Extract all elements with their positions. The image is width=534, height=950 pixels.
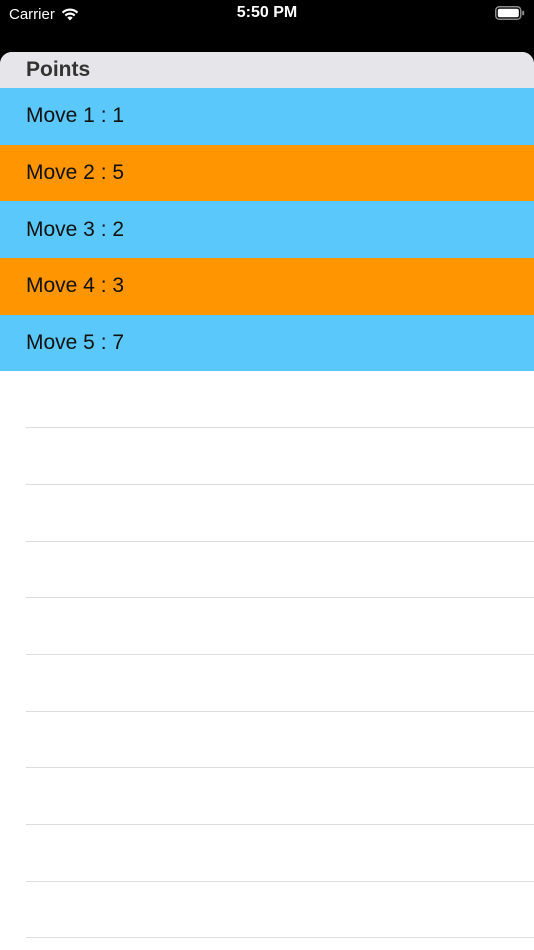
empty-table-row [0, 598, 534, 655]
battery-icon [495, 6, 525, 20]
empty-table-row [0, 428, 534, 485]
section-header-points: Points [0, 52, 534, 88]
empty-table-row [0, 825, 534, 882]
table-row-move-5[interactable]: Move 5 : 7 [0, 314, 534, 372]
empty-table-row [0, 655, 534, 712]
row-label: Move 5 : 7 [26, 331, 125, 355]
status-time: 5:50 PM [236, 4, 298, 21]
row-label: Move 1 : 1 [26, 104, 125, 128]
table-row-move-4[interactable]: Move 4 : 3 [0, 258, 534, 315]
empty-table-row [0, 712, 534, 769]
empty-table-row [0, 768, 534, 825]
table-row-move-2[interactable]: Move 2 : 5 [0, 144, 534, 202]
empty-table-row [0, 371, 534, 428]
row-label: Move 3 : 2 [26, 217, 125, 241]
table-row-move-1[interactable]: Move 1 : 1 [0, 88, 534, 145]
modal-sheet: Points Move 1 : 1 Move 2 : 5 Move 3 : 2 … [0, 52, 534, 950]
empty-table-row [0, 485, 534, 542]
empty-table-row [0, 542, 534, 599]
row-label: Move 4 : 3 [26, 274, 125, 298]
status-bar: Carrier 5:50 PM [0, 0, 534, 52]
empty-table-row [0, 882, 534, 939]
row-label: Move 2 : 5 [26, 161, 125, 185]
table-row-move-3[interactable]: Move 3 : 2 [0, 201, 534, 259]
